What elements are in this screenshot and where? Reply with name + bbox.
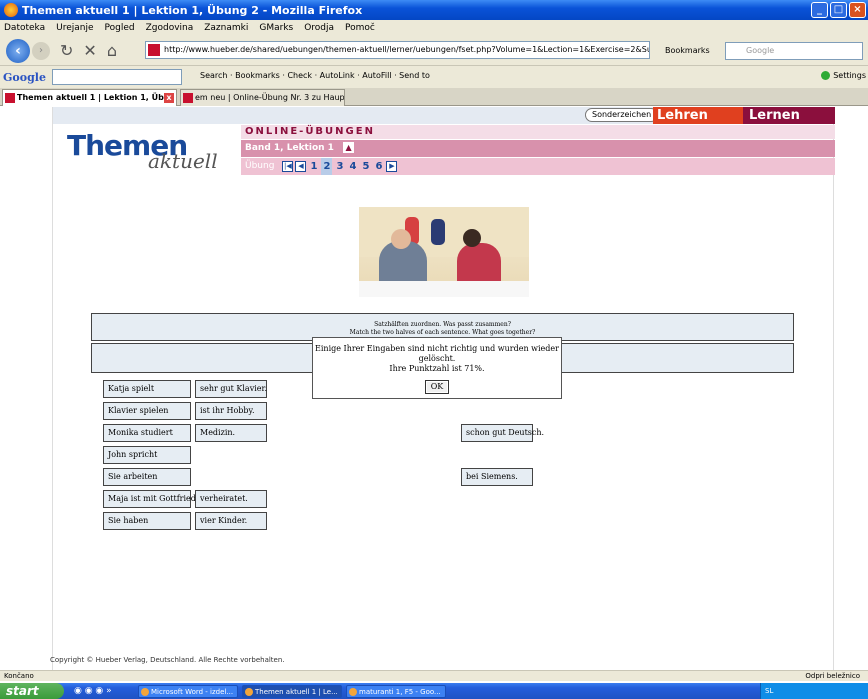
tab-close-icon[interactable]: x bbox=[164, 93, 174, 103]
uebung-label: Übung bbox=[245, 161, 275, 171]
quick-launch-icons[interactable]: ◉ ◉ ◉ » bbox=[74, 686, 134, 696]
sentence-start-item[interactable]: Monika studiert bbox=[103, 424, 191, 442]
stop-icon[interactable]: ✕ bbox=[83, 41, 96, 60]
search-input[interactable]: Google bbox=[725, 42, 863, 60]
site-favicon bbox=[148, 44, 160, 56]
system-tray: SL bbox=[760, 683, 868, 699]
ok-button[interactable]: OK bbox=[425, 380, 449, 394]
lehren-link[interactable]: Lehren bbox=[653, 107, 743, 124]
dialog-message-line2: Ihre Punktzahl ist 71%. bbox=[389, 364, 485, 373]
sentence-end-item[interactable]: Medizin. bbox=[195, 424, 267, 442]
google-logo: Google bbox=[3, 70, 46, 84]
windows-taskbar: start ◉ ◉ ◉ » Microsoft Word - izdel... … bbox=[0, 683, 868, 699]
sentence-start-item[interactable]: Katja spielt bbox=[103, 380, 191, 398]
online-uebungen-header: ONLINE-ÜBUNGEN bbox=[241, 125, 835, 139]
exercise-page: Sonderzeichen Lehren Lernen Themen aktue… bbox=[52, 107, 835, 670]
menu-bar: Datoteka Urejanje Pogled Zgodovina Zazna… bbox=[0, 20, 868, 36]
google-toolbar-items[interactable]: Search · Bookmarks · Check · AutoLink · … bbox=[200, 71, 430, 80]
url-text: http://www.hueber.de/shared/uebungen/the… bbox=[164, 45, 650, 54]
dialog-message-line1: Einige Ihrer Eingaben sind nicht richtig… bbox=[315, 344, 559, 363]
tab-favicon bbox=[183, 93, 193, 103]
notebook-button[interactable]: Odpri beležnico bbox=[805, 671, 860, 681]
instruction-german: Satzhälften zuordnen. Was passt zusammen… bbox=[374, 321, 511, 328]
page-number-3[interactable]: 3 bbox=[334, 158, 345, 175]
close-button[interactable]: × bbox=[849, 2, 866, 18]
taskbar-maturanti-button[interactable]: maturanti 1, F5 - Goo... bbox=[346, 684, 446, 698]
forward-button[interactable]: › bbox=[32, 41, 50, 60]
lernen-link[interactable]: Lernen bbox=[743, 107, 835, 124]
sentence-end-item[interactable]: verheiratet. bbox=[195, 490, 267, 508]
classroom-photo bbox=[359, 207, 529, 297]
google-search-input[interactable] bbox=[51, 69, 182, 85]
sentence-start-item[interactable]: Maja ist mit Gottfried bbox=[103, 490, 196, 508]
maximize-button[interactable]: □ bbox=[830, 2, 847, 18]
home-icon[interactable]: ⌂ bbox=[107, 41, 117, 60]
sentence-start-item[interactable]: Sie haben bbox=[103, 512, 191, 530]
page-number-5[interactable]: 5 bbox=[360, 158, 371, 175]
navigation-toolbar: ‹ › ↻ ✕ ⌂ http://www.hueber.de/shared/ue… bbox=[0, 36, 868, 66]
first-page-icon[interactable]: |◀ bbox=[282, 161, 294, 172]
window-titlebar: Themen aktuell 1 | Lektion 1, Übung 2 - … bbox=[0, 0, 868, 20]
taskbar-firefox-button[interactable]: Themen aktuell 1 | Le... bbox=[242, 684, 342, 698]
tab-em-neu[interactable]: em neu | Online-Übung Nr. 3 zu Hauptk... bbox=[180, 89, 345, 106]
sentence-start-item[interactable]: Klavier spielen bbox=[103, 402, 191, 420]
sentence-start-item[interactable]: Sie arbeiten bbox=[103, 468, 191, 486]
tab-bar: Themen aktuell 1 | Lektion 1, Üb... x em… bbox=[0, 88, 868, 106]
sentence-end-item[interactable]: vier Kinder. bbox=[195, 512, 267, 530]
instruction-english: Match the two halves of each sentence. W… bbox=[349, 329, 536, 336]
minimize-button[interactable]: _ bbox=[811, 2, 828, 18]
aktuell-logo: aktuell bbox=[148, 149, 218, 173]
next-page-icon[interactable]: ▶ bbox=[386, 161, 398, 172]
menu-edit[interactable]: Urejanje bbox=[56, 23, 93, 33]
google-settings-button[interactable]: Settings bbox=[821, 71, 866, 80]
menu-gmarks[interactable]: GMarks bbox=[259, 23, 293, 33]
band-label: Band 1, Lektion 1 bbox=[245, 143, 334, 153]
tab-favicon bbox=[5, 93, 15, 103]
page-number-2[interactable]: 2 bbox=[321, 158, 333, 175]
special-characters-button[interactable]: Sonderzeichen bbox=[585, 108, 659, 122]
menu-tools[interactable]: Orodja bbox=[304, 23, 334, 33]
band-lektion-bar: Band 1, Lektion 1 ▲ bbox=[241, 140, 835, 157]
menu-bookmarks[interactable]: Zaznamki bbox=[204, 23, 248, 33]
menu-view[interactable]: Pogled bbox=[105, 23, 135, 33]
start-button[interactable]: start bbox=[0, 683, 64, 699]
sentence-end-item[interactable]: sehr gut Klavier. bbox=[195, 380, 267, 398]
back-button[interactable]: ‹ bbox=[6, 38, 30, 63]
sentence-start-item[interactable]: John spricht bbox=[103, 446, 191, 464]
score-alert-dialog: Einige Ihrer Eingaben sind nicht richtig… bbox=[312, 337, 562, 399]
window-title: Themen aktuell 1 | Lektion 1, Übung 2 - … bbox=[22, 3, 363, 17]
copyright-text: Copyright © Hueber Verlag, Deutschland. … bbox=[50, 656, 285, 664]
menu-help[interactable]: Pomoč bbox=[345, 23, 375, 33]
prev-page-icon[interactable]: ◀ bbox=[295, 161, 307, 172]
up-arrow-icon[interactable]: ▲ bbox=[343, 142, 355, 153]
language-indicator[interactable]: SL bbox=[765, 687, 773, 695]
firefox-icon bbox=[4, 3, 18, 17]
exercise-navigation: Übung |◀ ◀ 1 2 3 4 5 6 ▶ bbox=[241, 158, 835, 175]
sentence-end-item[interactable]: schon gut Deutsch. bbox=[461, 424, 544, 442]
menu-history[interactable]: Zgodovina bbox=[146, 23, 194, 33]
window-controls: _ □ × bbox=[811, 2, 866, 18]
page-viewport: Sonderzeichen Lehren Lernen Themen aktue… bbox=[0, 107, 868, 670]
status-text: Končano bbox=[4, 672, 34, 680]
tab-themen-aktuell[interactable]: Themen aktuell 1 | Lektion 1, Üb... x bbox=[2, 89, 177, 106]
reload-icon[interactable]: ↻ bbox=[60, 41, 73, 60]
taskbar-word-button[interactable]: Microsoft Word - izdel... bbox=[138, 684, 238, 698]
menu-file[interactable]: Datoteka bbox=[4, 23, 45, 33]
sentence-end-item[interactable]: bei Siemens. bbox=[461, 468, 533, 486]
page-number-1[interactable]: 1 bbox=[308, 158, 319, 175]
status-bar: Končano Odpri beležnico bbox=[0, 670, 868, 681]
tab-label: em neu | Online-Übung Nr. 3 zu Hauptk... bbox=[195, 93, 345, 102]
page-number-4[interactable]: 4 bbox=[347, 158, 358, 175]
sentence-end-item[interactable]: ist ihr Hobby. bbox=[195, 402, 267, 420]
bookmarks-button[interactable]: Bookmarks bbox=[665, 46, 710, 55]
url-field[interactable]: http://www.hueber.de/shared/uebungen/the… bbox=[145, 41, 650, 59]
page-number-6[interactable]: 6 bbox=[373, 158, 384, 175]
tab-label: Themen aktuell 1 | Lektion 1, Üb... bbox=[17, 93, 173, 102]
google-toolbar: Google Search · Bookmarks · Check · Auto… bbox=[0, 66, 868, 88]
